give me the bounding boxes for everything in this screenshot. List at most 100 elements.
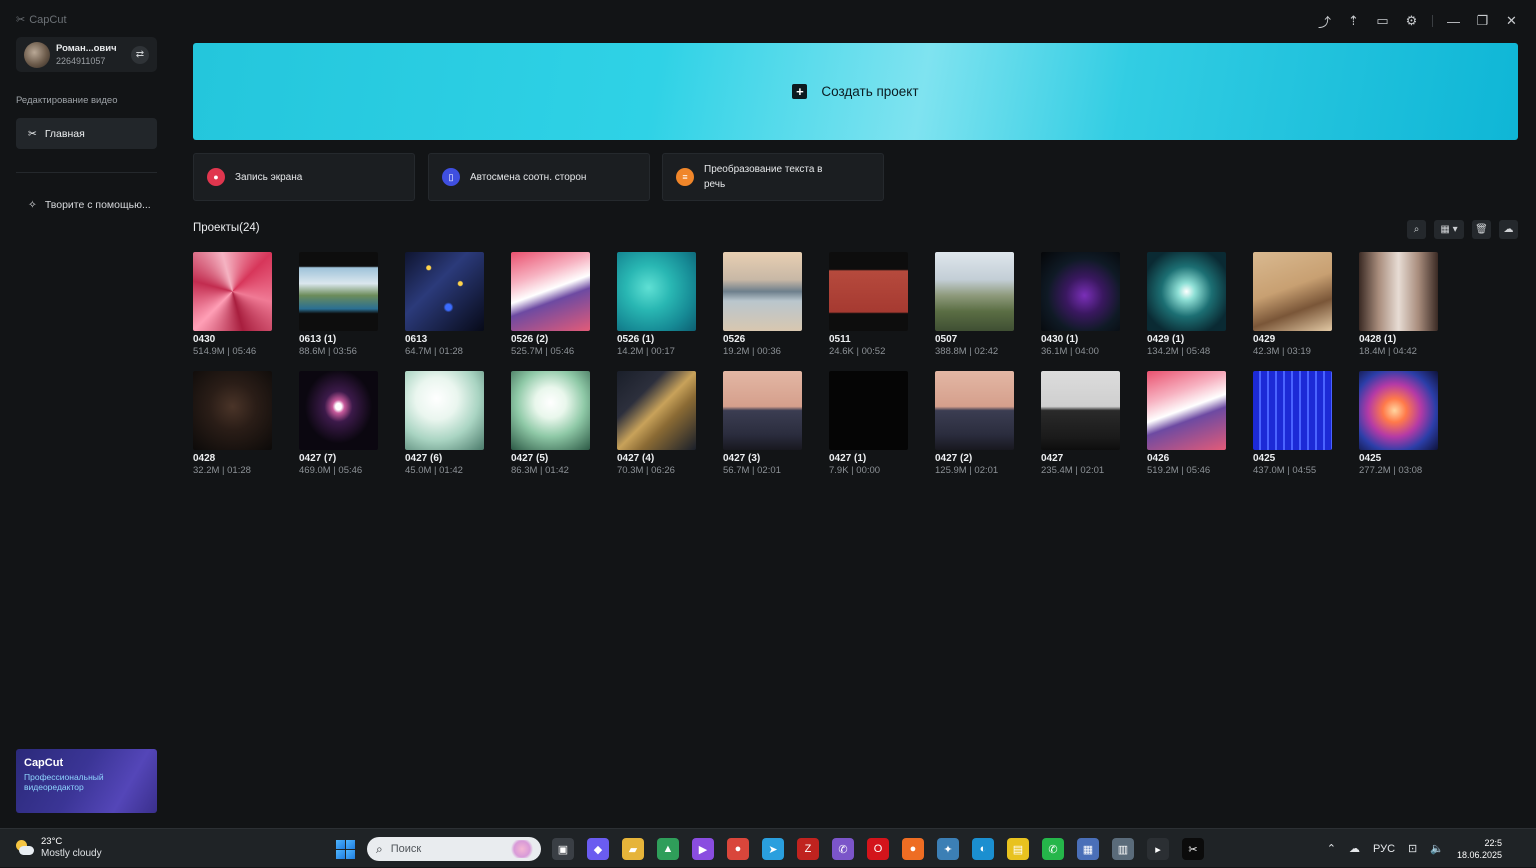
clock-time: 22:5 xyxy=(1484,837,1502,848)
sidebar-item-home[interactable]: ✂ Главная xyxy=(16,118,157,149)
project-meta: 125.9M | 02:01 xyxy=(935,465,999,476)
auto-reframe-button[interactable]: ▯ Автосмена соотн. сторон xyxy=(428,153,650,201)
project-meta: 235.4M | 02:01 xyxy=(1041,465,1105,476)
sidebar-item-label: Главная xyxy=(44,127,85,140)
project-thumbnail xyxy=(1359,371,1438,450)
trash-icon[interactable]: 🗑 xyxy=(1472,220,1491,239)
capcut-window: ✂ CapCut ⤴ ⇡ ▭ ⚙ — ❐ ✕ Роман...ович 2264… xyxy=(0,0,1536,828)
project-card[interactable]: 0526 19.2M | 00:36 xyxy=(723,252,802,357)
clock[interactable]: 22:5 18.06.2025 xyxy=(1457,837,1502,861)
search-icon: ⌕ xyxy=(376,841,383,856)
minimize-icon[interactable]: — xyxy=(1439,10,1468,32)
project-card[interactable]: 0429 (1) 134.2M | 05:48 xyxy=(1147,252,1226,357)
start-button[interactable] xyxy=(336,840,355,859)
upload-icon[interactable]: ⇡ xyxy=(1339,10,1368,32)
edge-icon[interactable]: ◐ xyxy=(972,838,994,860)
project-name: 0425 xyxy=(1359,453,1382,464)
project-card[interactable]: 0427 (2) 125.9M | 02:01 xyxy=(935,371,1014,476)
sidebar-item-create-ai[interactable]: ✧ Творите с помощью... xyxy=(16,196,157,214)
chevron-up-icon[interactable]: ⌃ xyxy=(1327,842,1336,855)
project-card[interactable]: 0427 235.4M | 02:01 xyxy=(1041,371,1120,476)
media-player-icon[interactable]: ▶ xyxy=(692,838,714,860)
promo-card[interactable]: CapCut Профессиональный видеоредактор xyxy=(16,749,157,813)
screen-record-button[interactable]: ● Запись экрана xyxy=(193,153,415,201)
share-icon[interactable]: ⤴ xyxy=(1310,10,1339,32)
task-view-icon[interactable]: ▣ xyxy=(552,838,574,860)
filezilla-icon[interactable]: Z xyxy=(797,838,819,860)
feature-label: Запись экрана xyxy=(235,171,303,183)
sidebar-divider xyxy=(16,172,157,173)
project-name: 0429 xyxy=(1253,334,1276,345)
create-project-button[interactable]: + Создать проект xyxy=(193,43,1518,140)
weather-widget[interactable]: 23°C Mostly cloudy xyxy=(14,836,102,860)
project-card[interactable]: 0427 (1) 7.9K | 00:00 xyxy=(829,371,908,476)
project-thumbnail xyxy=(617,371,696,450)
viber-icon[interactable]: ✆ xyxy=(832,838,854,860)
project-card[interactable]: 0430 (1) 36.1M | 04:00 xyxy=(1041,252,1120,357)
project-card[interactable]: 0511 24.6K | 00:52 xyxy=(829,252,908,357)
file-explorer-icon[interactable]: ▰ xyxy=(622,838,644,860)
project-name: 0613 xyxy=(405,334,428,345)
projects-toolbar: ⌕ ▦ ▾ 🗑 ☁ xyxy=(1407,220,1518,239)
project-meta: 88.6M | 03:56 xyxy=(299,346,357,357)
firefox-icon[interactable]: ● xyxy=(902,838,924,860)
cloud-off-icon[interactable]: ☁ xyxy=(1499,220,1518,239)
volume-icon[interactable]: 🔈 xyxy=(1430,842,1444,855)
project-card[interactable]: 0428 32.2M | 01:28 xyxy=(193,371,272,476)
sticky-notes-icon[interactable]: ▤ xyxy=(1007,838,1029,860)
tool-icon[interactable]: ✦ xyxy=(937,838,959,860)
view-mode-icon[interactable]: ▦ ▾ xyxy=(1434,220,1464,239)
project-meta: 134.2M | 05:48 xyxy=(1147,346,1211,357)
network-icon[interactable]: ⊡ xyxy=(1408,842,1417,855)
project-card[interactable]: 0613 (1) 88.6M | 03:56 xyxy=(299,252,378,357)
project-name: 0526 (2) xyxy=(511,334,549,345)
copilot-icon[interactable]: ◆ xyxy=(587,838,609,860)
project-thumbnail xyxy=(829,252,908,331)
avatar xyxy=(24,41,50,68)
project-card[interactable]: 0429 42.3M | 03:19 xyxy=(1253,252,1332,357)
language-indicator[interactable]: РУС xyxy=(1373,843,1395,855)
projects-count: (24) xyxy=(239,222,260,234)
store-icon[interactable]: ▦ xyxy=(1077,838,1099,860)
project-thumbnail xyxy=(723,252,802,331)
search-icon[interactable]: ⌕ xyxy=(1407,220,1426,239)
project-meta: 42.3M | 03:19 xyxy=(1253,346,1311,357)
project-card[interactable]: 0526 (2) 525.7M | 05:46 xyxy=(511,252,590,357)
feedback-icon[interactable]: ▭ xyxy=(1368,10,1397,32)
app-logo: ✂ CapCut xyxy=(16,13,67,27)
close-icon[interactable]: ✕ xyxy=(1497,10,1526,32)
photos-icon[interactable]: ▲ xyxy=(657,838,679,860)
taskbar-search[interactable]: ⌕ Поиск xyxy=(367,837,541,861)
project-card[interactable]: 0425 437.0M | 04:55 xyxy=(1253,371,1332,476)
terminal-icon[interactable]: ▸ xyxy=(1147,838,1169,860)
project-card[interactable]: 0427 (6) 45.0M | 01:42 xyxy=(405,371,484,476)
opera-icon[interactable]: O xyxy=(867,838,889,860)
text-to-speech-button[interactable]: ≡ Преобразование текста в речь xyxy=(662,153,884,201)
switch-account-icon[interactable]: ⇄ xyxy=(131,45,149,64)
project-card[interactable]: 0427 (3) 56.7M | 02:01 xyxy=(723,371,802,476)
project-card[interactable]: 0507 388.8M | 02:42 xyxy=(935,252,1014,357)
telegram-icon[interactable]: ➤ xyxy=(762,838,784,860)
lock-app-icon[interactable]: ▥ xyxy=(1112,838,1134,860)
whatsapp-icon[interactable]: ✆ xyxy=(1042,838,1064,860)
capcut-taskbar-icon[interactable]: ✂ xyxy=(1182,838,1204,860)
project-meta: 19.2M | 00:36 xyxy=(723,346,781,357)
project-card[interactable]: 0430 514.9M | 05:46 xyxy=(193,252,272,357)
project-card[interactable]: 0427 (5) 86.3M | 01:42 xyxy=(511,371,590,476)
project-thumbnail xyxy=(935,371,1014,450)
onedrive-icon[interactable]: ☁ xyxy=(1349,842,1360,855)
project-card[interactable]: 0427 (4) 70.3M | 06:26 xyxy=(617,371,696,476)
user-name: Роман...ович xyxy=(56,42,117,54)
project-card[interactable]: 0428 (1) 18.4M | 04:42 xyxy=(1359,252,1438,357)
window-controls: ⤴ ⇡ ▭ ⚙ — ❐ ✕ xyxy=(1310,10,1526,32)
project-card[interactable]: 0613 64.7M | 01:28 xyxy=(405,252,484,357)
project-name: 0426 xyxy=(1147,453,1170,464)
settings-icon[interactable]: ⚙ xyxy=(1397,10,1426,32)
restore-icon[interactable]: ❐ xyxy=(1468,10,1497,32)
project-card[interactable]: 0425 277.2M | 03:08 xyxy=(1359,371,1438,476)
chrome-icon[interactable]: ● xyxy=(727,838,749,860)
project-card[interactable]: 0526 (1) 14.2M | 00:17 xyxy=(617,252,696,357)
project-card[interactable]: 0427 (7) 469.0M | 05:46 xyxy=(299,371,378,476)
project-card[interactable]: 0426 519.2M | 05:46 xyxy=(1147,371,1226,476)
user-card[interactable]: Роман...ович 2264911057 ⇄ xyxy=(16,37,157,72)
